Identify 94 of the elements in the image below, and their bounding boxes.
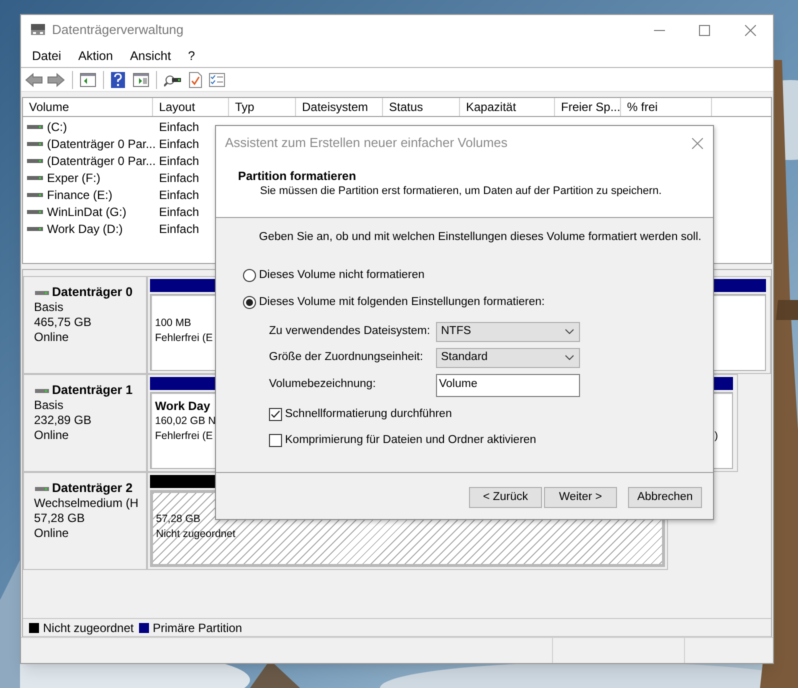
- table-cell-text: Einfach: [159, 136, 200, 152]
- table-cell-text: Einfach: [159, 186, 200, 204]
- wizard-button[interactable]: < Zurück: [469, 487, 542, 508]
- disk-status: Online: [34, 330, 70, 345]
- partition-info: 57,28 GB: [156, 512, 200, 527]
- wizard-button[interactable]: Weiter >: [544, 487, 617, 508]
- field-label: Volumebezeichnung:: [269, 377, 377, 392]
- radio-label[interactable]: Dieses Volume nicht formatieren: [259, 267, 425, 284]
- partition-info: 100 MB: [155, 316, 192, 331]
- column-header[interactable]: Volume: [23, 98, 153, 116]
- input-field[interactable]: Volume: [436, 374, 580, 396]
- maximize-icon[interactable]: [699, 24, 710, 36]
- field-label: Zu verwendendes Dateisystem:: [269, 324, 432, 339]
- table-cell-text: (Datenträger 0 Par...: [47, 136, 156, 152]
- close-icon[interactable]: [745, 24, 756, 36]
- partition-info: Fehlerfrei (E: [155, 429, 213, 444]
- disk-type: Wechselmedium (H: [34, 496, 140, 511]
- drive-icon: [27, 192, 43, 198]
- checkbox[interactable]: [269, 434, 282, 447]
- table-cell-text: Einfach: [159, 170, 200, 186]
- radio-button[interactable]: [243, 269, 256, 282]
- radio-label[interactable]: Dieses Volume mit folgenden Einstellungen formatieren:: [259, 294, 545, 312]
- drive-icon: [35, 290, 49, 296]
- checklist-icon[interactable]: [209, 72, 225, 86]
- disk-name: Datenträger 2: [52, 481, 133, 496]
- chevron-down-icon: [565, 355, 574, 360]
- column-header[interactable]: Dateisystem: [296, 98, 383, 116]
- legend-label: Nicht zugeordnet: [43, 620, 134, 636]
- column-header[interactable]: Layout: [153, 98, 229, 116]
- disk-status: Online: [34, 428, 70, 443]
- drive-icon: [27, 174, 43, 180]
- radio-button[interactable]: [243, 296, 256, 310]
- drive-icon: [27, 158, 43, 164]
- table-cell-text: Einfach: [159, 220, 200, 238]
- disk-name: Datenträger 0: [52, 285, 133, 300]
- partition-info: ): [714, 429, 718, 444]
- disk-type: Basis: [34, 398, 64, 413]
- disk-type: Basis: [34, 300, 64, 315]
- partition-info: Fehlerfrei (E: [155, 331, 213, 346]
- checkbox-label[interactable]: Schnellformatierung durchführen: [285, 406, 452, 423]
- action-pane-icon[interactable]: [133, 72, 149, 86]
- menu-item[interactable]: Aktion: [74, 46, 117, 66]
- checked-document-icon[interactable]: [189, 72, 202, 88]
- table-cell-text: Exper (F:): [47, 170, 100, 186]
- disk-size: 57,28 GB: [34, 511, 86, 526]
- help-icon[interactable]: [111, 72, 125, 88]
- partition-name: Work Day: [155, 399, 210, 414]
- drive-icon: [27, 124, 43, 130]
- table-cell-text: Finance (E:): [47, 186, 112, 204]
- wizard-button[interactable]: Abbrechen: [628, 487, 702, 508]
- console-tree-icon[interactable]: [80, 72, 96, 86]
- drive-icon: [27, 208, 43, 214]
- disk-connect-icon[interactable]: [164, 72, 182, 86]
- wizard-subtitle: Sie müssen die Partition erst formatieren, um Daten auf der Partition zu speichern.: [259, 184, 663, 198]
- menu-item[interactable]: Datei: [28, 46, 66, 66]
- menu-item[interactable]: Ansicht: [126, 46, 175, 66]
- column-header[interactable]: % frei: [621, 98, 712, 116]
- field-label: Größe der Zuordnungseinheit:: [269, 350, 424, 365]
- window-title: Datenträgerverwaltung: [52, 21, 184, 40]
- column-header[interactable]: Typ: [229, 98, 296, 116]
- forward-arrow-icon[interactable]: [47, 72, 65, 86]
- wizard-heading: Partition formatieren: [238, 169, 358, 184]
- drive-icon: [27, 140, 43, 146]
- table-cell-text: Einfach: [159, 152, 200, 170]
- checkbox[interactable]: [269, 408, 282, 421]
- table-cell-text: WinLinDat (G:): [47, 204, 126, 220]
- column-header[interactable]: Freier Sp...: [555, 98, 621, 116]
- disk-status: Online: [34, 526, 70, 541]
- disk-name: Datenträger 1: [52, 383, 133, 398]
- table-cell-text: Work Day (D:): [47, 220, 123, 238]
- column-header[interactable]: Status: [383, 98, 460, 116]
- disk-size: 465,75 GB: [34, 315, 92, 330]
- dialog-title: Assistent zum Erstellen neuer einfacher Volumes: [225, 134, 508, 152]
- chevron-down-icon: [565, 329, 574, 334]
- dropdown[interactable]: Standard: [436, 348, 580, 368]
- disk-drive-icon: [30, 23, 46, 37]
- table-cell-text: Einfach: [159, 204, 200, 220]
- back-arrow-icon[interactable]: [25, 72, 43, 86]
- disk-size: 232,89 GB: [34, 413, 92, 428]
- partition-info: 160,02 GB N: [155, 414, 216, 429]
- legend-label: Primäre Partition: [152, 620, 242, 636]
- checkbox-label[interactable]: Komprimierung für Dateien und Ordner aktivieren: [285, 432, 536, 449]
- instruction-text: Geben Sie an, ob und mit welchen Einstellungen dieses Volume formatiert werden soll.: [259, 230, 702, 244]
- drive-icon: [27, 226, 43, 232]
- table-cell-text: Einfach: [159, 118, 200, 136]
- close-icon[interactable]: [692, 138, 703, 148]
- table-cell-text: (Datenträger 0 Par...: [47, 152, 156, 170]
- drive-icon: [35, 486, 49, 492]
- dropdown[interactable]: NTFS: [436, 322, 580, 342]
- partition-info: Nicht zugeordnet: [156, 527, 236, 542]
- column-header[interactable]: Kapazität: [460, 98, 555, 116]
- table-cell-text: (C:): [47, 118, 67, 136]
- drive-icon: [35, 388, 49, 394]
- menu-item[interactable]: ?: [184, 46, 199, 66]
